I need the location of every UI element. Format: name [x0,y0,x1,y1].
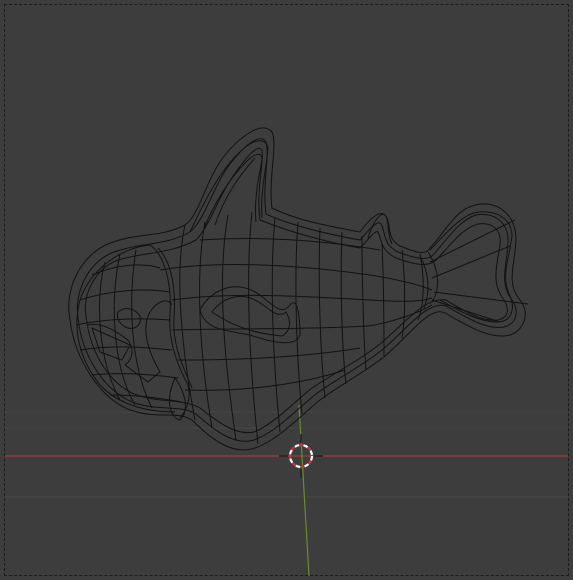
tail-fin-ray [431,299,501,323]
ridge-line [177,347,361,361]
head-ring [75,318,171,326]
head-ring [79,289,171,301]
tail-fin-ray [433,291,529,305]
mouth-detail-2 [91,327,131,361]
ridge-line [184,369,346,391]
ridge-line [199,237,381,251]
body-ring [248,211,259,445]
body-ring [381,243,385,357]
body-ring [401,249,406,339]
dorsal-fin-rib [214,157,256,226]
y-axis-line [298,404,310,577]
body-ring [221,214,237,441]
body-ring [361,235,367,371]
body-ring [271,217,281,433]
tail-fin-ray [431,245,511,279]
body-ring [340,231,347,385]
grid-floor [5,411,568,498]
head-meridian [113,253,136,406]
body-ring [318,227,326,399]
3d-viewport[interactable] [0,0,573,580]
head-meridian [131,249,153,409]
body-outline [68,127,526,451]
ridge-line [171,304,433,331]
head-ring [91,373,179,379]
fish-mesh-wireframe[interactable] [68,127,529,451]
mouth-detail [87,300,173,383]
dorsal-fin-inner [203,153,263,229]
head-shell [149,244,190,419]
viewport-scene[interactable] [0,0,573,580]
